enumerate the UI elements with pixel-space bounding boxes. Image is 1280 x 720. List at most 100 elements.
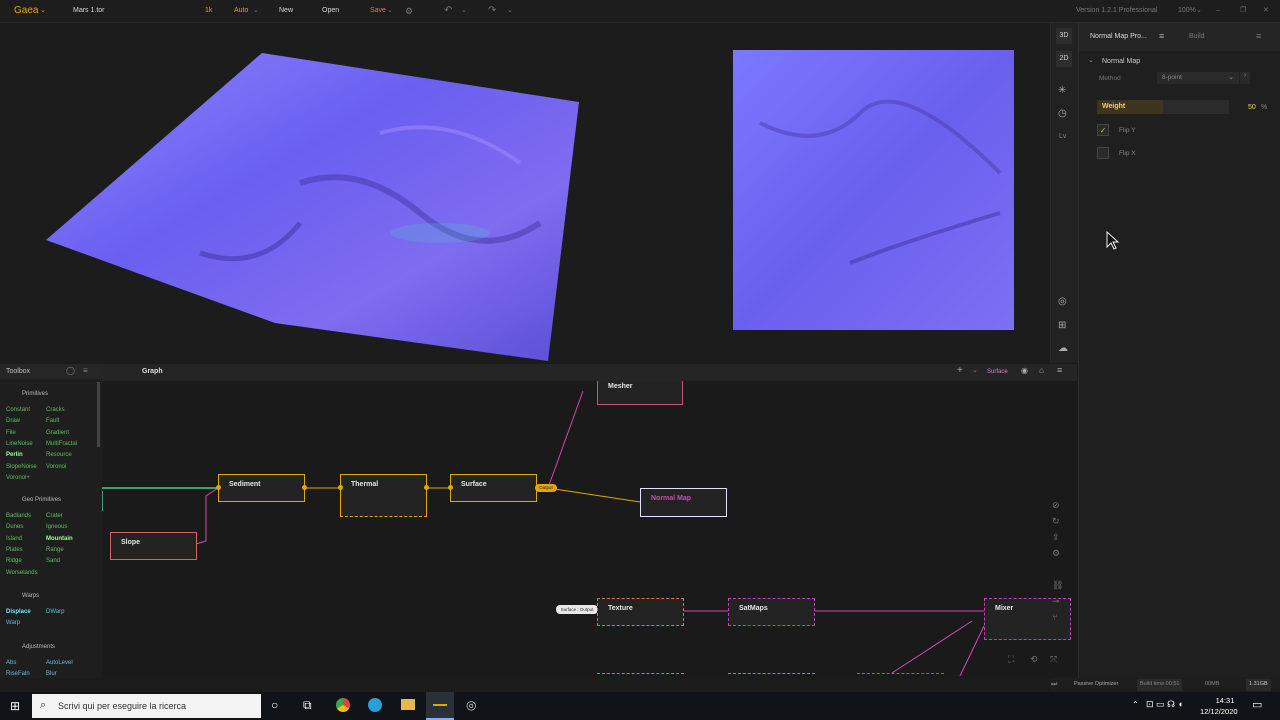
compass-icon[interactable]: ◎ [1058,296,1067,307]
viewport[interactable] [0,23,1050,363]
flip-x-checkbox[interactable] [1097,147,1109,159]
timer-icon[interactable]: ◷ [1058,108,1067,119]
tool-voronoi[interactable]: Voronoi [46,464,66,470]
node-surface[interactable]: Surface [448,474,537,502]
save-button[interactable]: Save [370,0,386,22]
node-sediment[interactable]: Sediment [216,474,307,502]
clock-time[interactable]: 14:31 [1210,696,1240,705]
tool-gradient[interactable]: Gradient [46,430,69,436]
notification-icon[interactable]: ▭ [1252,698,1262,711]
tool-file[interactable]: File [6,430,16,436]
eye-icon[interactable]: ◯ [66,366,75,375]
toolbox-section-primitives[interactable]: Primitives [22,391,48,397]
toolbox-menu-icon[interactable]: ≡ [83,366,88,375]
gaea-taskbar-icon[interactable] [426,692,454,720]
node-satmaps[interactable]: SatMaps [728,598,815,626]
toggle-icon[interactable]: ⊸ [1052,596,1060,607]
toolbox-section-adjustments[interactable]: Adjustments [22,644,55,650]
tool-blur[interactable]: Blur [46,671,57,677]
port-out[interactable] [424,485,429,490]
tool-constant[interactable]: Constant [6,407,30,413]
sun-icon[interactable]: ✳ [1058,85,1066,96]
flip-y-checkbox[interactable]: ✓ [1097,124,1109,136]
skip-icon[interactable]: ⏭ [1051,681,1057,689]
tool-range[interactable]: Range [46,547,64,553]
link-icon[interactable]: ⛓ [1052,580,1063,591]
node-partial[interactable] [728,673,815,679]
target-icon[interactable]: ◉ [1021,366,1028,375]
add-icon[interactable]: + [957,365,963,376]
tab-graph[interactable]: Graph [142,368,163,375]
branch-icon[interactable]: ⑂ [1052,612,1057,622]
disable-icon[interactable]: ⊘ [1052,500,1060,511]
toolbox-scrollbar[interactable] [97,382,100,447]
undo-chevron-icon[interactable]: ⌄ [461,0,467,22]
tool-warp[interactable]: Warp [6,620,20,626]
expand-icon[interactable]: ⤧ [1050,654,1057,665]
home-icon[interactable]: ⌂ [1039,366,1044,375]
port-in[interactable] [216,485,221,490]
redo-chevron-icon[interactable]: ⌄ [507,0,513,22]
settings-icon[interactable]: ⚙ [405,0,413,22]
zoom-chevron-icon[interactable]: ⌄ [1196,0,1202,22]
tool-dunes[interactable]: Dunes [6,524,23,530]
graph-panel[interactable]: Graph + ⌄ Surface ◉ ⌂ ≡ Mesher Sediment … [102,364,1077,678]
tool-crater[interactable]: Crater [46,513,63,519]
app-icon[interactable]: ◎ [466,698,476,712]
tab-build[interactable]: Build [1189,33,1205,40]
maximize-icon[interactable]: ❐ [1240,0,1246,22]
port-in[interactable] [338,485,343,490]
refresh-icon[interactable]: ↻ [1052,516,1060,527]
app-logo[interactable]: Gaea [14,0,38,22]
tool-igneous[interactable]: Igneous [46,524,67,530]
resolution-select[interactable]: 1k [205,0,212,22]
tool-worselands[interactable]: Worselands [6,570,38,576]
mode-chevron-icon[interactable]: ⌄ [253,0,259,22]
tool-plates[interactable]: Plates [6,547,23,553]
terrain-3d-view[interactable] [0,23,1050,363]
tool-ridge[interactable]: Ridge [6,558,22,564]
port-in[interactable] [448,485,453,490]
logo-chevron-icon[interactable]: ⌄ [40,0,46,22]
tool-displace[interactable]: Displace [6,609,31,615]
undo-icon[interactable]: ↶ [444,0,452,22]
cortana-icon[interactable]: ○ [271,698,278,712]
tool-mountain[interactable]: Mountain [46,536,73,542]
clock-date[interactable]: 12/12/2020 [1200,707,1238,716]
node-mesher[interactable]: Mesher [597,381,683,405]
node-thermal[interactable]: Thermal [338,474,429,517]
node-slope[interactable]: Slope [110,532,197,560]
tool-autolevel[interactable]: AutoLevel [46,660,73,666]
task-view-icon[interactable]: ⧉ [303,698,312,713]
fit-icon[interactable]: ⛶ [1008,654,1014,665]
tool-island[interactable]: Island [6,536,22,542]
tool-badlands[interactable]: Badlands [6,513,31,519]
tray-icons[interactable]: ⊡ ▭ ☊ ◖ [1146,699,1183,710]
weight-value[interactable]: 50 [1248,104,1256,111]
output-tag[interactable]: Output [535,484,557,492]
tab-properties[interactable]: Normal Map Pro... [1090,33,1147,40]
layout-icon[interactable]: ⟲ [1030,654,1038,665]
save-chevron-icon[interactable]: ⌄ [387,0,393,22]
tool-fault[interactable]: Fault [46,418,59,424]
tray-chevron-icon[interactable]: ⌃ [1132,700,1139,709]
tool-linenoise[interactable]: LineNoise [6,441,33,447]
view-3d-button[interactable]: 3D [1056,28,1072,44]
edge-icon[interactable] [368,698,382,712]
method-next-icon[interactable]: › [1240,72,1250,84]
node-texture[interactable]: Texture [597,598,684,626]
tool-perlin[interactable]: Perlin [6,452,23,458]
method-select[interactable]: 8-point ⌄ [1157,72,1239,84]
mode-select[interactable]: Auto [234,0,248,22]
tool-voronoi-plus[interactable]: Voronoi+ [6,475,30,481]
zoom-select[interactable]: 100% [1178,0,1196,22]
node-settings-icon[interactable]: ⚙ [1052,548,1060,559]
node-partial[interactable] [857,673,944,679]
grid-icon[interactable]: ⊞ [1058,320,1066,331]
menu-icon[interactable]: ≡ [1159,31,1164,41]
redo-icon[interactable]: ↷ [488,0,496,22]
minimize-icon[interactable]: – [1216,0,1220,22]
graph-menu-icon[interactable]: ≡ [1057,365,1062,375]
tool-resource[interactable]: Resource [46,452,72,458]
node-normal-map[interactable]: Normal Map [640,488,727,517]
